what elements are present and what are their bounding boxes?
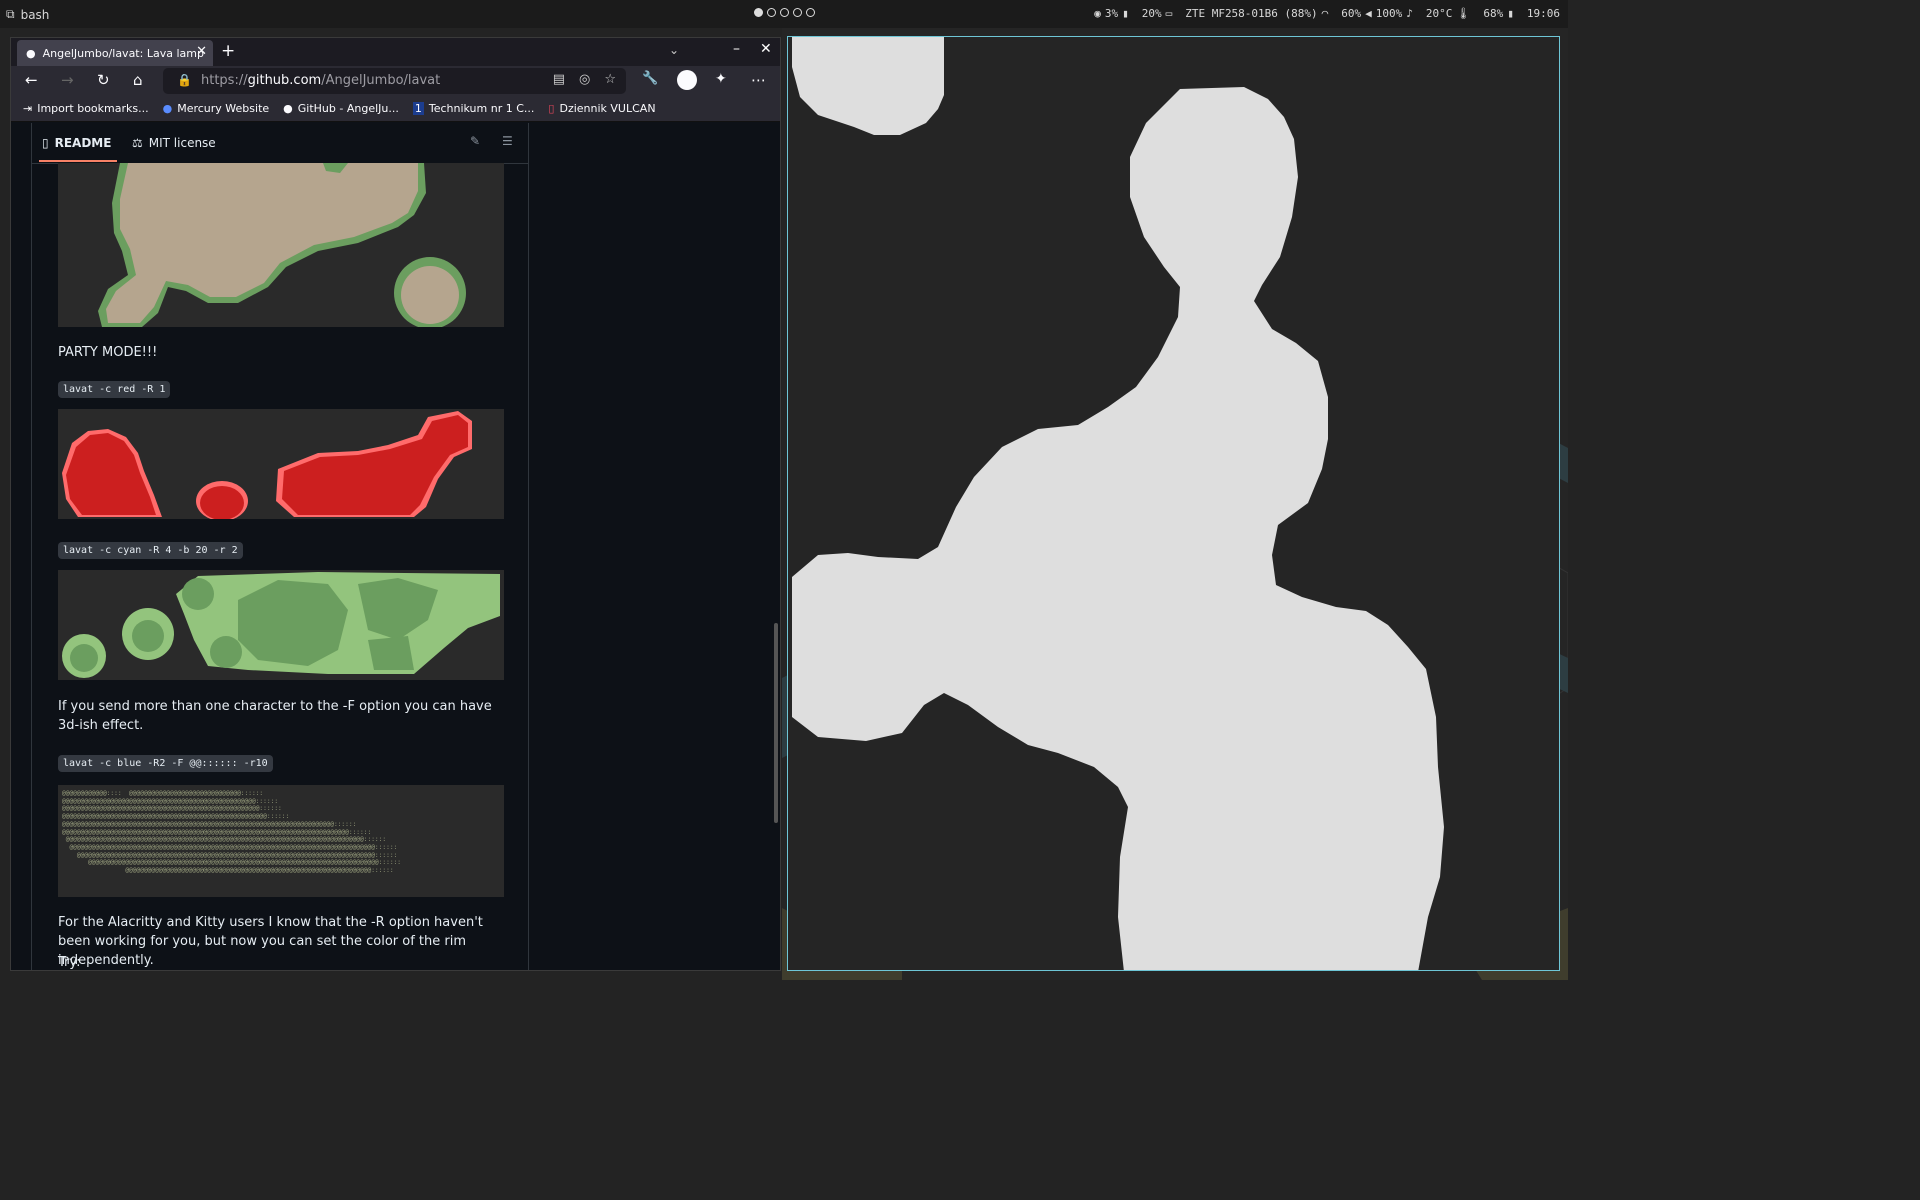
thermometer-icon: 🌡 <box>1456 7 1471 20</box>
ascii-art: @@@@@@@@@@@@:::: @@@@@@@@@@@@@@@@@@@@@@@… <box>62 790 401 875</box>
speaker-icon: ◀ <box>1365 7 1372 20</box>
navigation-toolbar: ← → ↻ ⌂ 🔒 https://github.com/AngelJumbo/… <box>11 66 780 96</box>
reader-view-icon[interactable]: ▤ <box>553 72 565 87</box>
tab-title: AngelJumbo/lavat: Lava lamp <box>42 46 204 60</box>
tab-close-icon[interactable]: ✕ <box>196 44 207 59</box>
active-window-title: bash <box>20 7 50 22</box>
demo-image-green <box>58 570 504 680</box>
bookmark-mercury[interactable]: ● Mercury Website <box>163 102 270 115</box>
book-icon: ▯ <box>42 136 49 150</box>
active-window: ⧉ bash <box>6 7 49 22</box>
lavat-animation <box>792 37 1444 970</box>
code-red: lavat -c red -R 1 <box>58 381 171 398</box>
cpu-status: ◉ 3% ▮ <box>1094 7 1129 20</box>
lock-icon: 🔒 <box>177 73 192 87</box>
github-icon: ● <box>26 46 36 60</box>
bookmark-github[interactable]: ● GitHub - AngelJu... <box>283 102 399 115</box>
close-window-button[interactable]: ✕ <box>760 41 772 57</box>
back-arrow-icon[interactable]: ← <box>25 71 38 89</box>
eye-icon: ◉ <box>1094 7 1101 20</box>
terminal-window[interactable] <box>787 36 1560 971</box>
workspace-5[interactable] <box>806 8 815 17</box>
home-icon[interactable]: ⌂ <box>133 71 143 89</box>
battery-status: 68% ▮ <box>1483 7 1514 20</box>
system-tray: ◉ 3% ▮ 20% ▭ ZTE MF258-01B6 (88%) ◠ 60% ◀ 100%… <box>1094 7 1560 20</box>
demo-image-tan <box>58 163 504 327</box>
terminal-icon: ⧉ <box>6 7 15 21</box>
bookmark-technikum[interactable]: 1 Technikum nr 1 C... <box>412 102 534 115</box>
top-status-bar: ⧉ bash ◉ 3% ▮ 20% ▭ ZTE MF258-01B6 (88%) ◠ 6… <box>0 0 1568 28</box>
vulcan-icon: ▯ <box>548 102 555 115</box>
party-mode-text: PARTY MODE!!! <box>58 345 158 360</box>
mercury-icon: ● <box>162 102 173 115</box>
list-tabs-chevron-icon[interactable]: ⌄ <box>669 43 679 57</box>
workspace-2[interactable] <box>767 8 776 17</box>
memory-icon: ▮ <box>1122 7 1129 20</box>
code-blue: lavat -c blue -R2 -F @@:::::: -r10 <box>58 755 273 772</box>
page-content[interactable]: ▯ README ⚖ MIT license ✎ ☰ PARTY MODE!!! l… <box>11 123 780 970</box>
demo-image-red <box>58 409 504 519</box>
bookmark-import[interactable]: ⇥ Import bookmarks... <box>23 102 149 115</box>
bookmark-star-icon[interactable]: ☆ <box>604 72 616 87</box>
microphone-icon: ♪ <box>1406 7 1413 20</box>
import-icon: ⇥ <box>23 102 33 115</box>
tab-license[interactable]: ⚖ MIT license <box>132 136 216 150</box>
paragraph-3d: If you send more than one character to t… <box>58 699 492 733</box>
tab-readme[interactable]: ▯ README <box>42 136 111 150</box>
forward-arrow-icon[interactable]: → <box>61 71 74 89</box>
workspace-indicator[interactable] <box>754 8 815 17</box>
minimize-button[interactable]: – <box>733 41 740 57</box>
fingerprint-icon[interactable]: ◎ <box>579 72 590 87</box>
tab-bar: ● AngelJumbo/lavat: Lava lamp ✕ + ⌄ – ✕ <box>11 38 780 66</box>
battery-icon: ▮ <box>1507 7 1514 20</box>
bookmark-vulcan[interactable]: ▯ Dziennik VULCAN <box>548 102 655 115</box>
account-avatar-icon[interactable] <box>677 70 697 90</box>
scale-icon: ⚖ <box>132 136 143 150</box>
workspace-1[interactable] <box>754 8 763 17</box>
temperature-status: 20°C 🌡 <box>1425 7 1471 20</box>
demo-image-ascii: @@@@@@@@@@@@:::: @@@@@@@@@@@@@@@@@@@@@@@… <box>58 785 504 897</box>
edit-pencil-icon[interactable]: ✎ <box>470 134 480 148</box>
readme-tabs: ▯ README ⚖ MIT license ✎ ☰ <box>32 123 528 164</box>
workspace-3[interactable] <box>780 8 789 17</box>
url-bar[interactable]: 🔒 https://github.com/AngelJumbo/lavat ▤ … <box>163 68 626 94</box>
wifi-status[interactable]: ZTE MF258-01B6 (88%) ◠ <box>1185 7 1328 20</box>
github-icon: ● <box>283 102 293 115</box>
new-tab-button[interactable]: + <box>221 41 235 61</box>
reload-icon[interactable]: ↻ <box>97 71 110 89</box>
active-tab-underline <box>39 160 117 162</box>
outline-list-icon[interactable]: ☰ <box>502 134 513 148</box>
wifi-icon: ◠ <box>1321 7 1329 20</box>
volume-status[interactable]: 60% ◀ 100% ♪ <box>1341 7 1413 20</box>
url-text[interactable]: https://github.com/AngelJumbo/lavat <box>201 73 440 88</box>
readme-panel: ▯ README ⚖ MIT license ✎ ☰ PARTY MODE!!! l… <box>31 123 529 970</box>
clock: 19:06 <box>1526 7 1560 20</box>
workspace-4[interactable] <box>793 8 802 17</box>
menu-dots-icon[interactable]: ⋯ <box>751 71 766 89</box>
technikum-icon: 1 <box>412 102 424 115</box>
try-text: Try: <box>58 955 81 970</box>
wrench-icon[interactable]: 🔧 <box>642 71 658 86</box>
firefox-window[interactable]: ● AngelJumbo/lavat: Lava lamp ✕ + ⌄ – ✕ … <box>10 37 781 971</box>
code-cyan: lavat -c cyan -R 4 -b 20 -r 2 <box>58 542 243 559</box>
page-scrollbar[interactable] <box>774 623 778 823</box>
tab-github-lavat[interactable]: ● AngelJumbo/lavat: Lava lamp ✕ <box>17 40 213 66</box>
paragraph-kitty: For the Alacritty and Kitty users I know… <box>58 915 483 968</box>
bookmarks-toolbar: ⇥ Import bookmarks... ● Mercury Website ● G… <box>11 96 780 122</box>
disk-icon: ▭ <box>1165 7 1173 20</box>
extensions-icon[interactable]: ✦ <box>715 71 727 87</box>
disk-status: 20% ▭ <box>1141 7 1173 20</box>
